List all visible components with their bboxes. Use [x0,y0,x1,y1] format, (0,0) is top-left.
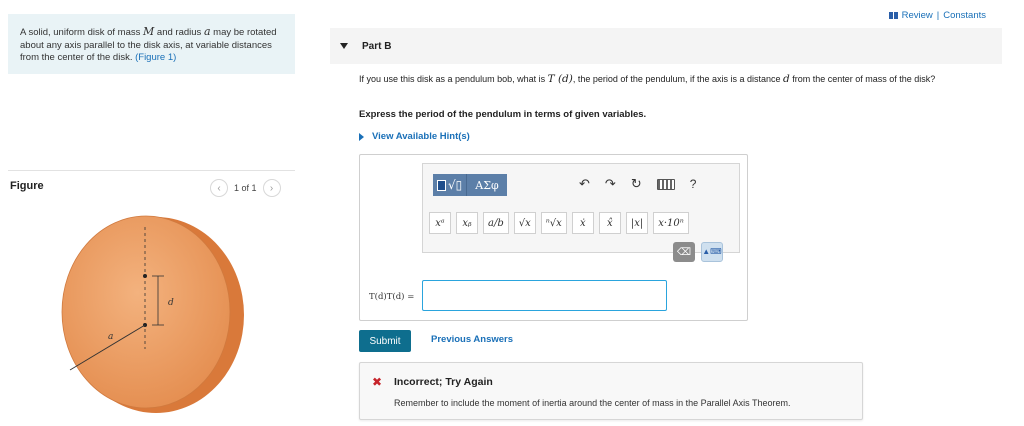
part-header[interactable]: Part B [330,28,1002,64]
feedback-title: Incorrect; Try Again [394,376,493,388]
question-suffix: from the center of mass of the disk? [789,74,936,84]
next-figure-button[interactable]: › [262,179,281,197]
greek-button[interactable]: ΑΣφ [467,174,507,196]
answer-panel: √▯ ΑΣφ ↶ ↷ ↻ ? xᵃ xᵦ a/b √x ⁿ√x ẋ x̂ |x… [359,154,748,321]
toolbar-actions: ↶ ↷ ↻ ? [579,176,696,192]
collapse-caret-icon[interactable] [340,43,348,49]
instruction: Express the period of the pendulum in te… [359,109,647,120]
constants-link[interactable]: Constants [943,10,986,21]
problem-text-1: A solid, uniform disk of mass [20,27,144,38]
keyboard-icon[interactable] [656,178,675,190]
hat-accent-button[interactable]: x̂ [598,212,621,234]
help-icon[interactable]: ? [690,177,697,191]
part-title: Part B [362,40,392,52]
feedback-message: Remember to include the moment of inerti… [394,398,791,408]
pager-count: 1 of 1 [234,183,257,193]
previous-answers-link[interactable]: Previous Answers [431,334,513,345]
root-icon: √▯ [448,178,463,192]
figure-title: Figure [10,180,44,192]
question-text: If you use this disk as a pendulum bob, … [359,73,1004,86]
toolbar-templates: √▯ ΑΣφ [433,174,507,196]
link-separator: | [936,10,940,21]
redo-icon[interactable]: ↷ [605,176,616,192]
label-d: d [168,298,174,308]
problem-text-2: and radius [154,27,204,38]
superscript-button[interactable]: xᵃ [429,212,451,234]
expand-caret-icon [359,132,364,141]
hints-link[interactable]: View Available Hint(s) [372,131,470,142]
disk-figure: d a [61,215,244,413]
prev-figure-button[interactable]: ‹ [210,179,228,197]
keyboard-toggle-icon[interactable]: ▲⌨ [701,242,723,262]
fraction-button[interactable]: a/b [483,212,509,234]
undo-icon[interactable]: ↶ [579,176,590,192]
math-toolbar: √▯ ΑΣφ ↶ ↷ ↻ ? xᵃ xᵦ a/b √x ⁿ√x ẋ x̂ |x… [422,163,740,262]
figure-link[interactable]: (Figure 1) [135,52,176,63]
review-link[interactable]: Review [902,10,933,21]
template-box-icon [437,179,446,191]
answer-label: T(d)T(d) = [369,292,415,302]
mass-variable: M [143,25,155,38]
toolbar-extra: ⌫ ▲⌨ [673,242,723,262]
label-a: a [108,332,113,342]
subscript-button[interactable]: xᵦ [456,212,478,234]
hints-toggle[interactable]: View Available Hint(s) [359,131,470,142]
symbol-row: xᵃ xᵦ a/b √x ⁿ√x ẋ x̂ |x| x·10ⁿ [429,212,689,234]
divider [8,170,295,171]
disk-face [61,215,231,409]
header-links: Review | Constants [888,10,986,21]
sqrt-button[interactable]: √x [513,212,536,234]
templates-button[interactable]: √▯ [433,174,468,196]
question-d-var: d [783,73,790,85]
reset-icon[interactable]: ↻ [631,176,642,192]
problem-statement: A solid, uniform disk of mass M and radi… [8,14,295,74]
review-icon [888,12,898,19]
backspace-icon[interactable]: ⌫ [673,242,695,262]
dot-accent-button[interactable]: ẋ [571,212,594,234]
question-middle: , the period of the pendulum, if the axi… [572,74,783,84]
question-period-var: T (d) [547,73,573,85]
figure-pager: ‹ 1 of 1 › [210,179,281,197]
question-prefix: If you use this disk as a pendulum bob, … [359,74,548,84]
answer-input[interactable] [422,280,667,311]
abs-button[interactable]: |x| [625,212,649,234]
incorrect-icon: ✖ [372,375,383,389]
nth-root-button[interactable]: ⁿ√x [540,212,567,234]
axis-point [143,274,147,278]
submit-button[interactable]: Submit [359,330,411,352]
feedback-box: ✖ Incorrect; Try Again Remember to inclu… [359,362,863,420]
sci-notation-button[interactable]: x·10ⁿ [653,212,689,234]
